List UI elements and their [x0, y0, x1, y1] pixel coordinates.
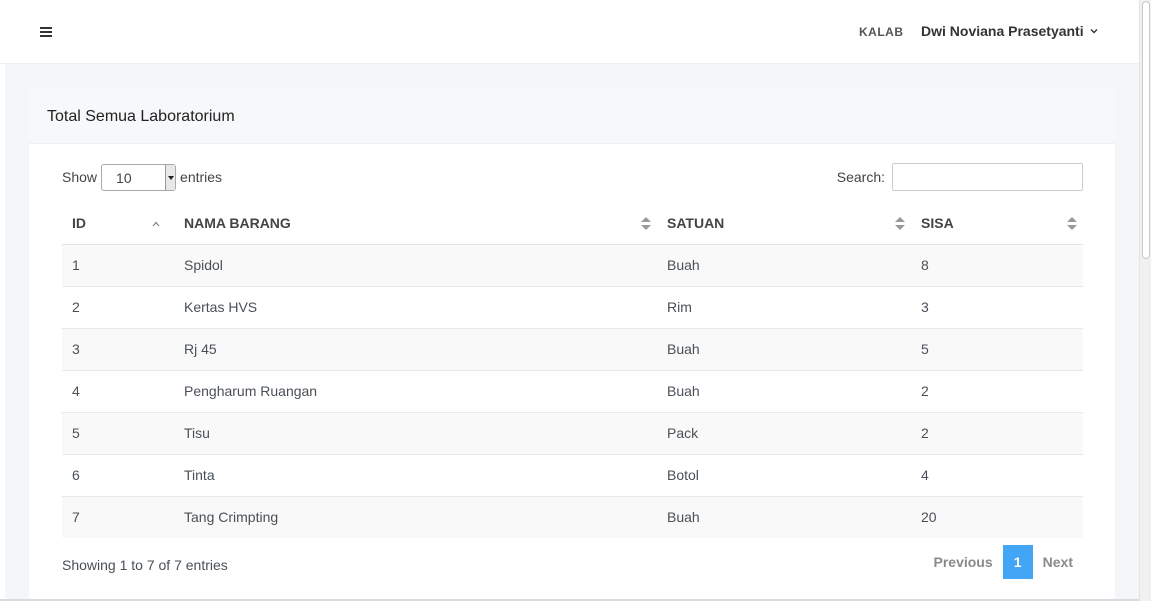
cell-nama-barang: Rj 45: [174, 327, 657, 370]
cell-satuan: Rim: [657, 285, 911, 328]
cell-sisa: 8: [921, 257, 929, 273]
user-role: KALAB: [859, 25, 904, 39]
sort-ascending-icon: [152, 221, 160, 227]
column-header-label: NAMA BARANG: [184, 215, 291, 232]
column-header-label: SATUAN: [667, 215, 725, 232]
table-row: 4 Pengharum Ruangan Buah 2: [62, 369, 1083, 412]
search-filter: Search:: [837, 163, 1083, 191]
cell-nama-barang: Pengharum Ruangan: [174, 369, 657, 412]
column-header-nama-barang[interactable]: NAMA BARANG: [174, 203, 657, 245]
scrollbar-thumb[interactable]: [1142, 1, 1150, 259]
card-header: Total Semua Laboratorium: [29, 89, 1115, 144]
cell-nama-barang: Tang Crimpting: [174, 495, 657, 538]
search-label: Search:: [836, 169, 885, 185]
cell-satuan: Buah: [657, 327, 911, 370]
table-controls: Show 10 entries Search:: [62, 163, 1083, 191]
menu-toggle-icon[interactable]: [40, 27, 52, 37]
pagination: Previous 1 Next: [924, 545, 1084, 579]
table-row: 6 Tinta Botol 4: [62, 453, 1083, 496]
page-1-button[interactable]: 1: [1002, 545, 1033, 579]
entries-select[interactable]: 10: [101, 163, 177, 191]
table-row: 2 Kertas HVS Rim 3: [62, 285, 1083, 328]
cell-sisa: 4: [911, 453, 1083, 496]
cell-nama-barang: Tisu: [174, 411, 657, 454]
column-header-id[interactable]: ID: [62, 203, 174, 245]
cell-id: 4: [62, 369, 174, 412]
table-header-row: ID NAMA BARANG SATUAN SISA: [62, 203, 1083, 245]
cell-id: 1: [72, 257, 80, 273]
sort-icon: [895, 217, 905, 231]
table-row: 1 Spidol Buah 8: [62, 244, 1083, 286]
cell-sisa: 2: [911, 411, 1083, 454]
inventory-table: ID NAMA BARANG SATUAN SISA 1 Spidol Buah…: [62, 203, 1083, 538]
column-header-label: SISA: [921, 215, 954, 232]
page-scrollbar[interactable]: [1139, 0, 1151, 601]
cell-id: 7: [62, 495, 174, 538]
select-arrow-icon: [165, 164, 176, 190]
cell-sisa: 3: [911, 285, 1083, 328]
sort-icon: [641, 217, 651, 231]
cell-satuan: Botol: [657, 453, 911, 496]
column-header-satuan[interactable]: SATUAN: [657, 203, 911, 245]
cell-nama-barang: Spidol: [184, 257, 223, 273]
user-name: Dwi Noviana Prasetyanti: [921, 23, 1084, 39]
cell-id: 6: [62, 453, 174, 496]
cell-satuan: Buah: [657, 369, 911, 412]
cell-sisa: 5: [911, 327, 1083, 370]
table-row: 7 Tang Crimpting Buah 20: [62, 495, 1083, 538]
cell-sisa: 20: [911, 495, 1083, 538]
cell-sisa: 2: [911, 369, 1083, 412]
cell-satuan: Buah: [667, 257, 700, 273]
table-row: 5 Tisu Pack 2: [62, 411, 1083, 454]
entries-select-value: 10: [116, 169, 132, 186]
entries-length: Show 10 entries: [62, 163, 222, 191]
card-title: Total Semua Laboratorium: [47, 108, 235, 125]
left-edge: [0, 64, 5, 601]
cell-satuan: Pack: [657, 411, 911, 454]
top-navbar: KALAB Dwi Noviana Prasetyanti: [0, 0, 1139, 64]
cell-id: 3: [62, 327, 174, 370]
cell-id: 5: [62, 411, 174, 454]
table-info: Showing 1 to 7 of 7 entries: [62, 557, 228, 573]
cell-nama-barang: Kertas HVS: [174, 285, 657, 328]
chevron-down-icon: [1090, 29, 1098, 34]
show-label: Show: [62, 169, 98, 185]
sort-icon: [1067, 217, 1077, 231]
cell-satuan: Buah: [657, 495, 911, 538]
entries-label: entries: [180, 169, 223, 185]
cell-id: 2: [62, 285, 174, 328]
cell-nama-barang: Tinta: [174, 453, 657, 496]
column-header-sisa[interactable]: SISA: [911, 203, 1083, 245]
column-header-label: ID: [72, 215, 86, 232]
user-menu[interactable]: Dwi Noviana Prasetyanti: [921, 23, 1099, 39]
next-button[interactable]: Next: [1033, 554, 1083, 570]
previous-button[interactable]: Previous: [924, 554, 1003, 570]
search-input[interactable]: [892, 163, 1083, 191]
table-row: 3 Rj 45 Buah 5: [62, 327, 1083, 370]
inventory-card: Total Semua Laboratorium Show 10 entries…: [29, 89, 1115, 601]
